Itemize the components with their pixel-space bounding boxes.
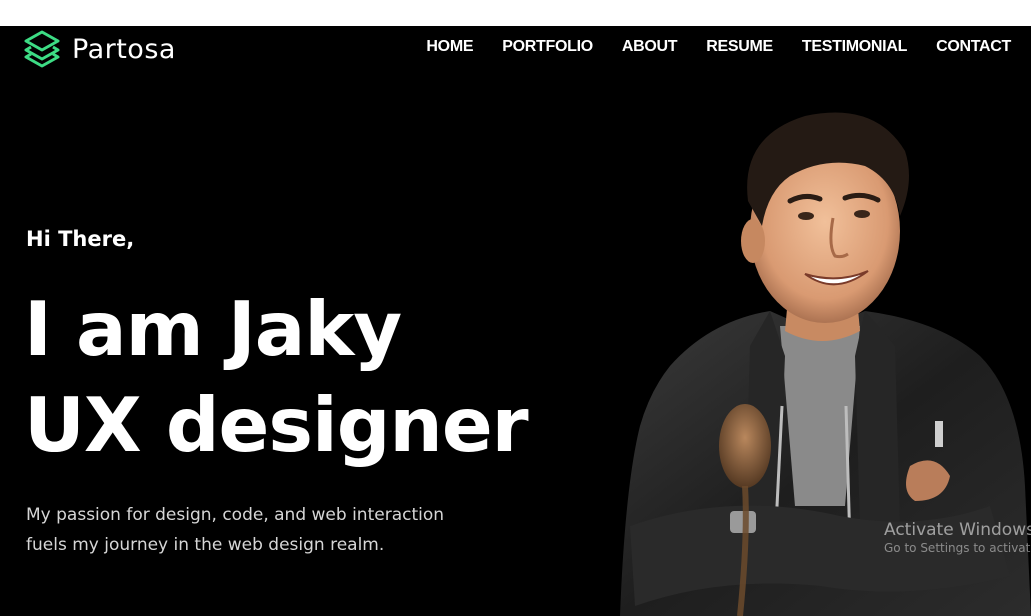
hero-headline-line-2: UX designer <box>24 381 529 469</box>
nav-menu: HOME PORTFOLIO ABOUT RESUME TESTIMONIAL … <box>426 38 1011 56</box>
nav-item-portfolio[interactable]: PORTFOLIO <box>502 38 593 56</box>
layers-icon <box>24 30 60 68</box>
brand-logo-link[interactable]: Partosa <box>22 29 176 69</box>
hero-greeting: Hi There, <box>26 227 135 251</box>
watermark-subtitle: Go to Settings to activate Windows. <box>884 541 1031 555</box>
hero-headline: I am Jaky UX designer <box>24 281 529 473</box>
hero-headline-line-1: I am Jaky <box>24 285 402 373</box>
windows-activation-watermark: Activate Windows Go to Settings to activ… <box>884 520 1031 555</box>
page-viewport: Partosa HOME PORTFOLIO ABOUT RESUME TEST… <box>0 26 1031 616</box>
top-nav: Partosa HOME PORTFOLIO ABOUT RESUME TEST… <box>0 26 1031 72</box>
hero-description: My passion for design, code, and web int… <box>26 500 466 560</box>
nav-item-about[interactable]: ABOUT <box>622 38 678 56</box>
watermark-title: Activate Windows <box>884 520 1031 540</box>
nav-item-home[interactable]: HOME <box>426 38 473 56</box>
nav-item-contact[interactable]: CONTACT <box>936 38 1011 56</box>
hero-description-line-2: fuels my journey in the web design realm… <box>26 535 385 555</box>
nav-item-testimonial[interactable]: TESTIMONIAL <box>802 38 907 56</box>
brand-name: Partosa <box>72 33 176 65</box>
hero-description-line-1: My passion for design, code, and web int… <box>26 505 445 525</box>
nav-item-resume[interactable]: RESUME <box>706 38 773 56</box>
